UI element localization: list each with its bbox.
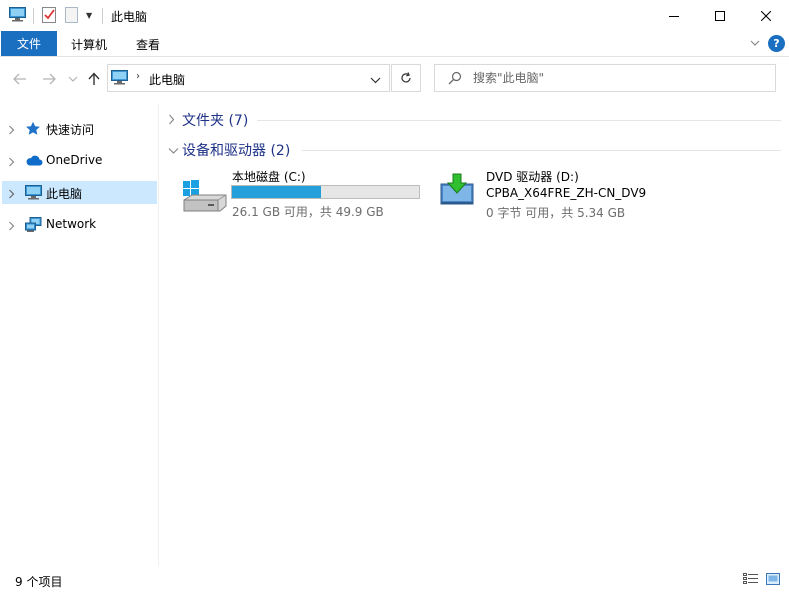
arrow-up-icon	[88, 72, 100, 85]
chevron-down-icon	[68, 76, 78, 82]
chevron-right-icon[interactable]	[8, 156, 15, 170]
breadcrumb-this-pc[interactable]: 此电脑	[149, 71, 185, 88]
sidebar-item-label: OneDrive	[46, 153, 103, 167]
details-view-icon[interactable]	[743, 573, 759, 588]
quick-access-separator	[33, 8, 34, 24]
search-icon	[448, 71, 462, 88]
refresh-button[interactable]	[391, 64, 421, 92]
window-title: 此电脑	[111, 10, 148, 24]
group-header-devices-and-drives[interactable]: 设备和驱动器 (2)	[165, 140, 781, 160]
tab-computer[interactable]: 计算机	[71, 36, 107, 53]
item-count: 9 个项目	[15, 575, 63, 589]
status-bar: 9 个项目	[0, 566, 789, 593]
maximize-button[interactable]	[697, 0, 743, 31]
sidebar-item-label: 此电脑	[46, 187, 83, 201]
search-box[interactable]	[434, 64, 776, 92]
back-button[interactable]	[11, 70, 29, 88]
address-bar[interactable]: › 此电脑	[107, 64, 390, 92]
address-history-chevron-down-icon[interactable]	[370, 73, 381, 87]
drive-usage-fill	[232, 186, 322, 198]
expand-ribbon-chevron-down-icon[interactable]	[749, 37, 761, 52]
chevron-down-icon[interactable]	[168, 144, 179, 158]
sidebar-item-network[interactable]: Network	[2, 213, 157, 236]
title-bar: ▼ 此电脑	[0, 0, 789, 31]
group-header-folders[interactable]: 文件夹 (7)	[165, 110, 781, 130]
help-icon[interactable]: ?	[768, 35, 785, 52]
recent-locations-button[interactable]	[64, 70, 82, 88]
drive-name: DVD 驱动器 (D:)	[486, 170, 579, 184]
sidebar-item-onedrive[interactable]: OneDrive	[2, 149, 157, 172]
minimize-icon	[669, 15, 679, 17]
drive-volume-label: CPBA_X64FRE_ZH-CN_DV9	[486, 186, 647, 200]
up-button[interactable]	[85, 70, 103, 88]
star-icon	[25, 121, 41, 139]
sidebar-item-quick-access[interactable]: 快速访问	[2, 117, 157, 140]
ribbon-tabs: 文件 计算机 查看 ?	[0, 31, 789, 57]
title-separator	[102, 8, 103, 24]
large-icons-view-icon[interactable]	[766, 573, 780, 588]
chevron-right-icon[interactable]	[8, 188, 15, 202]
properties-icon[interactable]	[42, 7, 57, 26]
navigation-pane: 快速访问 OneDrive 此电脑 Network	[0, 104, 159, 566]
drive-item-d[interactable]: DVD 驱动器 (D:) CPBA_X64FRE_ZH-CN_DV9 0 字节 …	[437, 164, 652, 222]
drive-free-space: 0 字节 可用，共 5.34 GB	[486, 206, 626, 220]
tab-view[interactable]: 查看	[136, 36, 160, 53]
group-title: 设备和驱动器 (2)	[182, 143, 291, 159]
dvd-drive-icon	[439, 172, 475, 209]
arrow-left-icon	[13, 73, 26, 85]
sidebar-item-this-pc[interactable]: 此电脑	[2, 181, 157, 204]
sidebar-item-label: Network	[46, 217, 97, 231]
arrow-right-icon	[43, 73, 56, 85]
minimize-button[interactable]	[651, 0, 697, 31]
chevron-right-icon[interactable]	[8, 124, 15, 138]
drive-item-c[interactable]: 本地磁盘 (C:) 26.1 GB 可用，共 49.9 GB	[178, 164, 428, 222]
computer-icon	[111, 70, 128, 88]
network-icon	[25, 217, 43, 236]
maximize-icon	[715, 10, 725, 21]
breadcrumb-separator[interactable]: ›	[136, 71, 140, 82]
close-icon	[761, 10, 771, 21]
chevron-right-icon[interactable]	[8, 220, 15, 234]
group-title: 文件夹 (7)	[182, 113, 249, 129]
sidebar-item-label: 快速访问	[46, 123, 95, 137]
forward-button[interactable]	[40, 70, 58, 88]
computer-icon	[25, 185, 42, 203]
tab-file[interactable]: 文件	[1, 31, 57, 56]
customize-quick-access-icon[interactable]: ▼	[86, 11, 92, 20]
chevron-right-icon[interactable]	[168, 114, 175, 128]
search-input[interactable]	[473, 69, 763, 87]
close-button[interactable]	[743, 0, 789, 31]
group-divider	[302, 150, 781, 151]
windows-drive-icon	[180, 178, 228, 217]
drive-name: 本地磁盘 (C:)	[232, 170, 306, 184]
drive-free-space: 26.1 GB 可用，共 49.9 GB	[232, 205, 384, 219]
new-folder-icon[interactable]	[65, 7, 79, 26]
refresh-icon	[401, 72, 411, 83]
drive-usage-bar	[231, 185, 420, 199]
computer-icon[interactable]	[9, 7, 26, 25]
cloud-icon	[25, 153, 43, 170]
group-divider	[257, 120, 781, 121]
